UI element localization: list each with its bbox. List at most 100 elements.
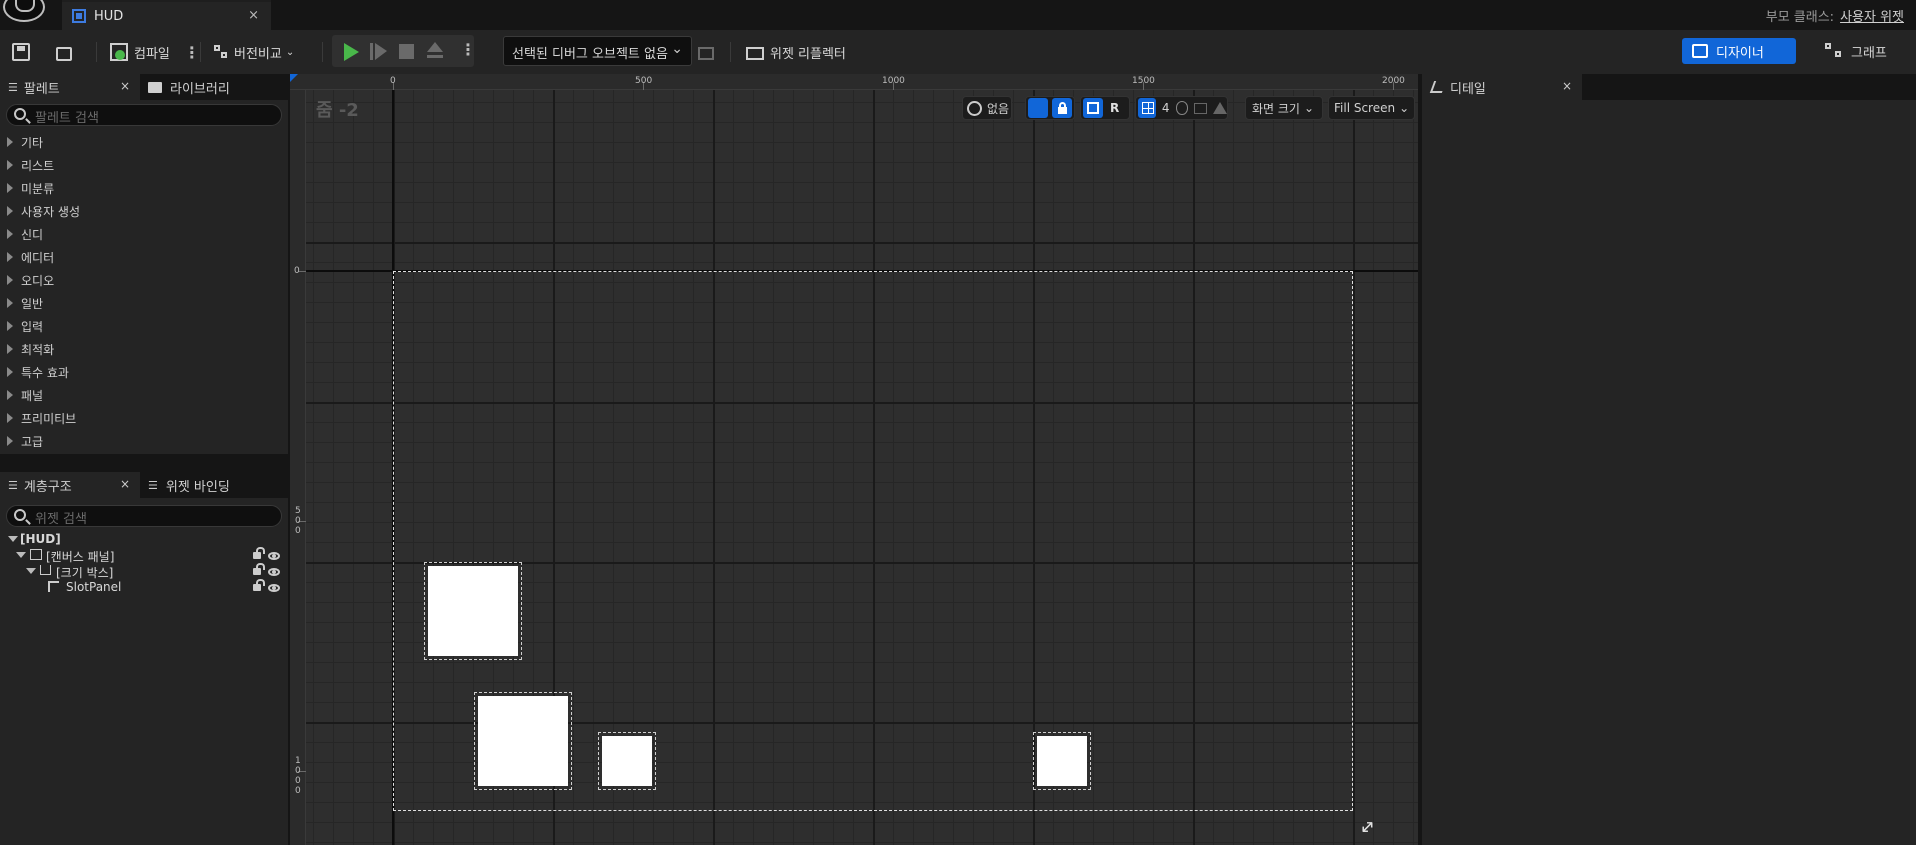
localize-button[interactable]: 없음 [962, 96, 1012, 120]
expand-arrow-icon[interactable] [8, 536, 18, 542]
expand-arrow-icon [7, 252, 13, 262]
expand-arrow-icon [7, 367, 13, 377]
slot-widget[interactable] [474, 692, 572, 790]
lock-icon[interactable] [1052, 98, 1072, 118]
hierarchy-search-input[interactable]: 위젯 검색 [6, 505, 282, 527]
palette-category[interactable]: 신디 [0, 222, 288, 245]
image-preview-icon[interactable] [1194, 102, 1207, 114]
save-button[interactable] [12, 37, 30, 67]
grid-snap-group: 4 [1135, 96, 1228, 120]
visibility-eye-icon[interactable] [268, 552, 280, 560]
eject-icon[interactable] [426, 42, 444, 60]
expand-arrow-icon [7, 137, 13, 147]
respect-locks-toggle[interactable]: R [1110, 101, 1119, 115]
compile-options-icon[interactable]: ⋮ [184, 43, 200, 62]
tab-details[interactable]: 디테일 × [1422, 74, 1582, 100]
screen-size-label: 화면 크기 [1252, 101, 1300, 116]
visibility-eye-icon[interactable] [268, 584, 280, 592]
palette-category-label: 고급 [21, 435, 44, 449]
palette-category[interactable]: 미분류 [0, 176, 288, 199]
palette-category[interactable]: 고급 [0, 429, 288, 452]
slot-widget[interactable] [598, 732, 656, 790]
layout-icon[interactable] [1083, 98, 1103, 118]
tab-hierarchy[interactable]: ☰ 계층구조 × [0, 472, 140, 498]
document-tab-hud[interactable]: HUD × [62, 0, 271, 30]
close-icon[interactable]: × [120, 477, 130, 491]
diff-button[interactable]: 버전비교 ⌄ [212, 37, 294, 67]
widget-reflector-button[interactable]: 위젯 리플렉터 [746, 37, 846, 67]
save-icon [12, 43, 30, 61]
palette-category-label: 입력 [21, 320, 44, 334]
grid-snap-icon[interactable] [1138, 98, 1156, 118]
pointer-mode-icon[interactable] [1175, 101, 1189, 115]
parent-class-info: 부모 클래스: 사용자 위젯 [1766, 6, 1904, 25]
palette-category[interactable]: 사용자 생성 [0, 199, 288, 222]
unlock-icon[interactable] [253, 579, 265, 591]
widget-blueprint-icon [72, 9, 86, 23]
select-lock-group [1025, 96, 1075, 120]
expand-arrow-icon[interactable] [26, 568, 36, 574]
row-controls [250, 547, 282, 563]
unlock-icon[interactable] [253, 547, 265, 559]
compile-label: 컴파일 [134, 46, 170, 62]
ruler-vertical: 0 5 0 0 1 0 0 0 [290, 90, 306, 845]
unreal-logo-icon[interactable] [3, 0, 45, 22]
zoom-level-label: 줌 -2 [316, 100, 359, 121]
palette-category-label: 에디터 [21, 251, 55, 265]
palette-category[interactable]: 패널 [0, 383, 288, 406]
expand-arrow-icon[interactable] [16, 552, 26, 558]
close-icon[interactable]: × [120, 79, 130, 93]
palette-category-label: 기타 [21, 136, 44, 150]
palette-category[interactable]: 기타 [0, 130, 288, 153]
palette-category[interactable]: 리스트 [0, 153, 288, 176]
expand-arrow-icon [7, 413, 13, 423]
dashed-select-icon[interactable] [1028, 98, 1048, 118]
ruler-horizontal: 0 500 1000 1500 2000 [290, 74, 1418, 90]
play-icon[interactable] [344, 43, 359, 61]
palette-category[interactable]: 일반 [0, 291, 288, 314]
step-icon[interactable] [370, 43, 387, 61]
tab-hierarchy-label: 계층구조 [23, 479, 72, 495]
close-icon[interactable]: × [1562, 79, 1572, 93]
tab-widget-bindings[interactable]: ☰ 위젯 바인딩 [146, 472, 286, 498]
debug-object-select[interactable]: 선택된 디버그 오브젝트 없음 ⌄ [503, 36, 692, 66]
mirror-icon[interactable] [1213, 102, 1227, 114]
debug-browse-button[interactable] [698, 37, 714, 67]
row-controls [250, 579, 282, 595]
resize-handle-icon[interactable]: ↔ [1355, 811, 1383, 840]
graph-mode-button[interactable]: 그래프 [1825, 38, 1905, 64]
expand-arrow-icon [7, 298, 13, 308]
grid-snap-value[interactable]: 4 [1162, 101, 1170, 115]
unlock-icon[interactable] [253, 563, 265, 575]
debug-object-select-value: 선택된 디버그 오브젝트 없음 [512, 47, 668, 62]
close-icon[interactable]: × [248, 8, 259, 23]
slot-widget[interactable] [424, 562, 522, 660]
ruler-label: 0 [294, 266, 300, 276]
visibility-eye-icon[interactable] [268, 568, 280, 576]
palette-category-label: 일반 [21, 297, 44, 311]
browse-button[interactable] [56, 37, 72, 67]
palette-category[interactable]: 입력 [0, 314, 288, 337]
palette-category-label: 최적화 [21, 343, 55, 357]
palette-category[interactable]: 최적화 [0, 337, 288, 360]
tab-palette[interactable]: ☰ 팔레트 × [0, 74, 140, 100]
palette-category-label: 패널 [21, 389, 44, 403]
palette-category[interactable]: 프리미티브 [0, 406, 288, 429]
palette-category[interactable]: 특수 효과 [0, 360, 288, 383]
palette-category[interactable]: 에디터 [0, 245, 288, 268]
screen-size-dropdown[interactable]: 화면 크기 ⌄ [1245, 96, 1323, 120]
palette-category-label: 미분류 [21, 182, 55, 196]
designer-mode-button[interactable]: 디자이너 [1682, 38, 1796, 64]
fill-screen-dropdown[interactable]: Fill Screen ⌄ [1328, 96, 1415, 120]
parent-class-link[interactable]: 사용자 위젯 [1840, 10, 1904, 25]
compile-button[interactable]: 컴파일 ⋮ [110, 37, 200, 67]
play-options-icon[interactable]: ⋮ [460, 40, 476, 59]
palette-search-input[interactable]: 팔레트 검색 [6, 104, 282, 126]
designer-viewport[interactable]: 0 500 1000 1500 2000 0 5 0 0 1 0 0 0 줌 -… [290, 74, 1418, 845]
tree-root-label: [HUD] [20, 532, 61, 546]
slot-widget[interactable] [1033, 732, 1091, 790]
stop-icon[interactable] [399, 44, 414, 59]
tab-library[interactable]: 라이브러리 [146, 74, 286, 100]
details-panel: 디테일 × [1422, 74, 1916, 845]
palette-category[interactable]: 오디오 [0, 268, 288, 291]
